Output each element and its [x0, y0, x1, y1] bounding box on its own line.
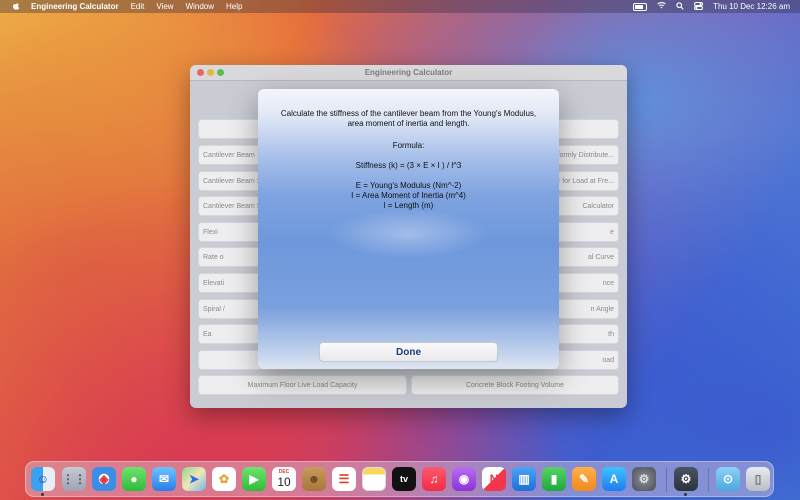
- spotlight-search-icon[interactable]: [676, 1, 684, 12]
- pages-icon[interactable]: ✎: [572, 467, 596, 491]
- formula-expression: Stiffness (k) = (3 × E × I ) / l^3: [355, 161, 462, 170]
- menu-help[interactable]: Help: [226, 2, 242, 11]
- menu-window[interactable]: Window: [186, 2, 214, 11]
- calendar-day: 10: [277, 475, 291, 489]
- menu-edit[interactable]: Edit: [131, 2, 145, 11]
- messages-icon[interactable]: ●: [122, 467, 146, 491]
- news-icon[interactable]: N: [482, 467, 506, 491]
- safari-icon[interactable]: ◈: [92, 467, 116, 491]
- mail-icon[interactable]: ✉: [152, 467, 176, 491]
- photos-icon[interactable]: ✿: [212, 467, 236, 491]
- done-button[interactable]: Done: [319, 342, 498, 362]
- tv-icon[interactable]: tv: [392, 467, 416, 491]
- notes-icon[interactable]: [362, 467, 386, 491]
- menu-clock[interactable]: Thu 10 Dec 12:26 am: [713, 2, 790, 11]
- reminders-icon[interactable]: ☰: [332, 467, 356, 491]
- contacts-icon[interactable]: ☻: [302, 467, 326, 491]
- sheet-description: Calculate the stiffness of the cantileve…: [280, 109, 537, 128]
- finder-running-indicator: [41, 493, 44, 496]
- formula-heading: Formula:: [392, 141, 425, 150]
- control-center-icon[interactable]: [694, 1, 704, 12]
- engineering-calculator-running-indicator: [684, 493, 687, 496]
- menu-app-name[interactable]: Engineering Calculator: [31, 2, 119, 11]
- info-sheet: Calculate the stiffness of the cantileve…: [258, 89, 559, 369]
- calendar-icon[interactable]: DEC 10: [272, 467, 296, 491]
- battery-icon[interactable]: [633, 2, 648, 11]
- maps-icon[interactable]: ➤: [182, 467, 206, 491]
- formula-legend-l: l = Length (m): [383, 201, 434, 210]
- dock-separator: [708, 468, 709, 492]
- podcasts-icon[interactable]: ◉: [452, 467, 476, 491]
- system-preferences-icon[interactable]: ⚙: [632, 467, 656, 491]
- wifi-icon[interactable]: [657, 2, 666, 11]
- window-title: Engineering Calculator: [364, 68, 453, 77]
- launchpad-icon[interactable]: ⋮⋮: [62, 467, 86, 491]
- dock-separator: [666, 468, 667, 492]
- sheet-glow: [328, 209, 488, 259]
- finder-icon[interactable]: ☺: [31, 467, 55, 491]
- numbers-icon[interactable]: ▮: [542, 467, 566, 491]
- calc-button-right-10[interactable]: Concrete Block Footing Volume: [411, 375, 619, 395]
- music-icon[interactable]: ♫: [422, 467, 446, 491]
- trash-icon[interactable]: ▯: [746, 467, 770, 491]
- downloads-folder-icon[interactable]: ⊙: [716, 467, 740, 491]
- facetime-icon[interactable]: ▶: [242, 467, 266, 491]
- formula-legend-e: E = Young's Modulus (Nm^-2): [355, 181, 462, 190]
- dock: ☺ ⋮⋮ ◈ ● ✉ ➤ ✿ ▶ DEC 10 ☻ ☰ tv ♫ ◉ N ▥ ▮ ✎ A ⚙ ⚙ ⊙ ▯: [25, 461, 774, 497]
- formula-legend-i: I = Area Moment of Inertia (m^4): [351, 191, 466, 200]
- app-store-icon[interactable]: A: [602, 467, 626, 491]
- apple-menu-icon[interactable]: [11, 2, 21, 12]
- formula-block: Formula: Stiffness (k) = (3 × E × I ) / …: [278, 141, 539, 211]
- window-titlebar[interactable]: Engineering Calculator: [190, 65, 627, 81]
- keynote-icon[interactable]: ▥: [512, 467, 536, 491]
- menu-bar: Engineering Calculator Edit View Window …: [0, 0, 800, 13]
- engineering-calculator-icon[interactable]: ⚙: [674, 467, 698, 491]
- calc-button-left-10[interactable]: Maximum Floor Live Load Capacity: [198, 375, 407, 395]
- menu-view[interactable]: View: [156, 2, 173, 11]
